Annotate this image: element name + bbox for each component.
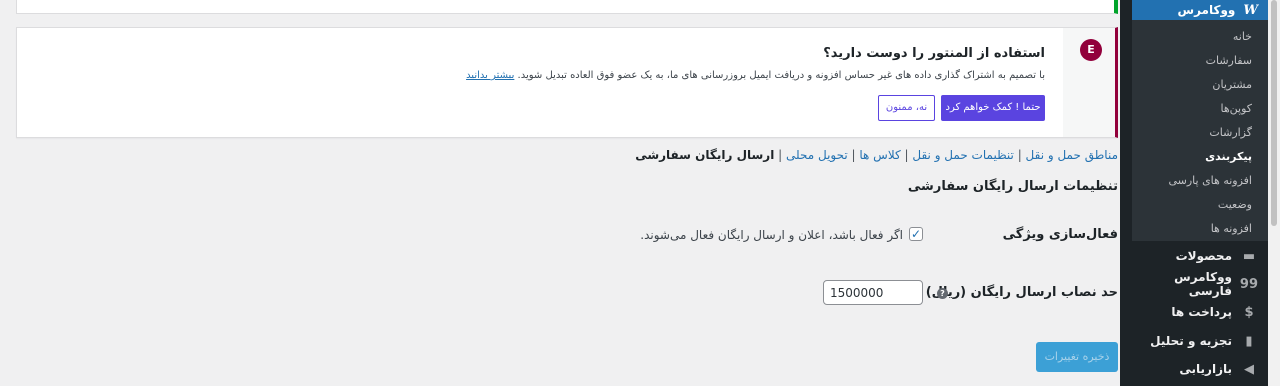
menu-marketing-label: بازاریابی [1179,362,1232,376]
shipping-subnav: مناطق حمل و نقل | تنظیمات حمل و نقل | کل… [635,148,1118,162]
elementor-icon-area: E [1063,28,1115,137]
admin-sidebar: W ووکامرس خانه سفارشات مشتریان کوپن‌ها گ… [1120,0,1280,386]
enable-feature-label: فعال‌سازی ویژگی [1002,227,1118,242]
subnav-separator: | [1013,148,1026,162]
submenu-reports[interactable]: گزارشات [1132,121,1268,145]
subnav-current-free-shipping: ارسال رایگان سفارشی [635,148,775,162]
submenu-settings[interactable]: پیکربندی [1132,145,1268,169]
woocommerce-submenu: خانه سفارشات مشتریان کوپن‌ها گزارشات پیک… [1132,20,1268,241]
success-notice [16,0,1118,14]
menu-payments[interactable]: $ پرداخت ها [1132,298,1268,326]
menu-woocommerce[interactable]: W ووکامرس [1132,0,1268,20]
main-content: E استفاده از المنتور را دوست دارید؟ با ت… [0,0,1134,386]
menu-products-label: محصولات [1175,249,1232,263]
submenu-home[interactable]: خانه [1132,25,1268,49]
menu-woocommerce-label: ووکامرس [1177,3,1236,17]
scrollbar-thumb[interactable] [1271,0,1277,226]
elementor-optin-yes-button[interactable]: حتما ! کمک خواهم کرد [941,95,1045,121]
subnav-shipping-classes[interactable]: کلاس ها [859,148,900,162]
menu-analytics[interactable]: ▮ تجزیه و تحلیل [1132,327,1268,355]
woocommerce-persian-icon: 99 [1239,276,1258,292]
woocommerce-icon: W [1243,2,1258,18]
submenu-coupons[interactable]: کوپن‌ها [1132,97,1268,121]
elementor-notice-description: با تصمیم به اشتراک گذاری داده های غیر حس… [466,70,1045,81]
menu-marketing[interactable]: ◀ بازاریابی [1132,355,1268,383]
submenu-customers[interactable]: مشتریان [1132,73,1268,97]
menu-analytics-label: تجزیه و تحلیل [1150,334,1232,348]
learn-more-link[interactable]: بیشتر بدانید [466,70,514,81]
payments-icon: $ [1244,304,1254,320]
elementor-optin-no-button[interactable]: نه، ممنون [878,95,935,121]
analytics-icon: ▮ [1245,333,1253,349]
section-title: تنظیمات ارسال رایگان سفارشی [907,179,1118,194]
subnav-separator: | [847,148,860,162]
save-changes-button[interactable]: ذخیره تغییرات [1036,342,1118,372]
submenu-persian-addons[interactable]: افزونه های پارسی [1132,169,1268,193]
min-amount-input[interactable] [823,280,923,305]
enable-feature-checkbox[interactable]: ✓ [909,227,923,241]
subnav-separator: | [774,148,787,162]
menu-payments-label: پرداخت ها [1171,305,1232,319]
menu-woocommerce-persian-label: ووکامرس فارسی [1174,270,1232,298]
submenu-status[interactable]: وضعیت [1132,193,1268,217]
submenu-orders[interactable]: سفارشات [1132,49,1268,73]
subnav-shipping-zones[interactable]: مناطق حمل و نقل [1026,148,1118,162]
marketing-icon: ◀ [1244,361,1254,377]
elementor-notice-title: استفاده از المنتور را دوست دارید؟ [823,46,1045,61]
elementor-notice-text: با تصمیم به اشتراک گذاری داده های غیر حس… [517,70,1045,81]
enable-feature-description: اگر فعال باشد، اعلان و ارسال رایگان فعال… [640,228,903,242]
min-amount-label: حد نصاب ارسال رایگان (ریال) [925,285,1118,300]
subnav-shipping-options[interactable]: تنظیمات حمل و نقل [912,148,1014,162]
elementor-notice: E استفاده از المنتور را دوست دارید؟ با ت… [16,27,1118,138]
submenu-extensions[interactable]: افزونه ها [1132,217,1268,241]
products-icon: ▬ [1242,248,1256,264]
subnav-local-pickup[interactable]: تحویل محلی [786,148,848,162]
menu-products[interactable]: ▬ محصولات [1132,242,1268,270]
help-tip-icon[interactable]: ? [937,288,948,299]
menu-woocommerce-persian[interactable]: 99 ووکامرس فارسی [1132,270,1268,298]
elementor-icon: E [1080,39,1102,61]
page-scrollbar[interactable] [1268,0,1280,386]
subnav-separator: | [900,148,913,162]
